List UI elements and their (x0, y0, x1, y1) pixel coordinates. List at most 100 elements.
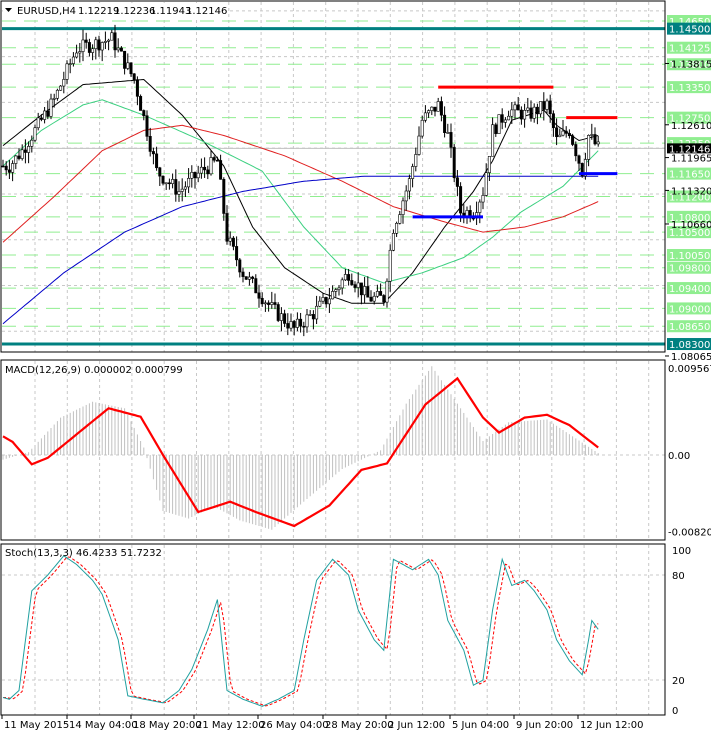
candle-body (107, 39, 111, 42)
candle-body (247, 276, 251, 280)
candle-body (401, 200, 405, 215)
price-level-label: 1.09800 (669, 264, 710, 275)
candle-body (564, 130, 568, 134)
candle-body (155, 153, 159, 169)
candle-body (100, 42, 104, 51)
candle-body (145, 115, 149, 137)
ma-blue-line (2, 175, 599, 325)
price-scale-label: 1.10660 (671, 220, 711, 231)
candle-body (510, 109, 514, 117)
candle-body (270, 302, 274, 305)
candle-body (526, 107, 530, 111)
price-level-label: 1.09400 (669, 284, 710, 295)
candle-body (196, 172, 200, 179)
price-level-label: 1.08300 (669, 340, 710, 351)
candle-body (7, 169, 11, 173)
candle-body (315, 305, 319, 320)
price-scale-label: 1.12610 (671, 121, 711, 132)
candle-body (337, 287, 341, 290)
candle-body (455, 177, 459, 187)
candle-body (459, 186, 463, 214)
candle-body (30, 139, 34, 147)
candle-body (55, 89, 59, 99)
candle-body (596, 141, 600, 145)
candle-body (78, 51, 82, 54)
candle-body (391, 232, 395, 251)
candle-body (65, 63, 69, 80)
candle-body (209, 157, 213, 175)
candle-body (75, 52, 79, 58)
candle-body (532, 106, 536, 119)
candles (1, 24, 600, 337)
candle-body (84, 39, 88, 43)
candle-body (545, 100, 549, 110)
candle-body (1, 165, 5, 168)
candle-body (190, 172, 194, 179)
time-axis-label: 21 May 12:00 (196, 720, 265, 731)
candle-body (484, 172, 488, 196)
candle-body (212, 157, 216, 161)
candle-body (225, 213, 229, 242)
candle-body (174, 179, 178, 195)
candle-body (439, 101, 443, 116)
time-axis-label: 9 Jun 20:00 (516, 720, 573, 731)
candle-body (119, 47, 123, 52)
candle-body (375, 291, 379, 297)
candle-body (11, 163, 15, 173)
candle-body (113, 32, 117, 51)
candle-body (359, 282, 363, 296)
candle-body (558, 134, 562, 138)
candle-body (33, 127, 37, 141)
candle-body (215, 159, 219, 162)
price-level-label: 1.14125 (669, 44, 710, 55)
candle-body (219, 160, 223, 180)
candle-body (311, 314, 315, 320)
candle-body (295, 318, 299, 328)
candle-body (369, 296, 373, 302)
stoch-title: Stoch(13,3,3) 46.4233 51.7232 (5, 548, 162, 559)
candle-body (23, 149, 27, 153)
candle-body (14, 155, 18, 164)
price-scale-label: 1.11320 (671, 186, 711, 197)
candle-body (318, 300, 322, 307)
ohlc-close: 1.12146 (186, 6, 227, 17)
candle-body (529, 107, 533, 119)
grid (2, 2, 665, 715)
candle-body (356, 282, 360, 288)
stoch-scale-label: 80 (672, 571, 685, 582)
candle-body (244, 276, 248, 280)
candle-body (388, 249, 392, 282)
candle-body (398, 214, 402, 224)
candle-body (443, 114, 447, 133)
candle-body (62, 79, 66, 87)
stoch-panel (2, 555, 599, 707)
candle-body (187, 178, 191, 188)
candle-body (350, 280, 354, 285)
candle-body (132, 73, 136, 80)
candle-body (87, 42, 91, 53)
symbol-label: EURUSD,H4 (17, 6, 76, 17)
candle-body (94, 39, 98, 50)
candle-body (340, 279, 344, 289)
candle-body (507, 115, 511, 121)
candle-body (446, 132, 450, 134)
price-level-label: 1.13350 (669, 83, 710, 94)
candle-body (273, 302, 277, 305)
candle-body (321, 297, 325, 302)
candle-body (203, 166, 207, 171)
candle-body (497, 114, 501, 134)
candle-body (327, 298, 331, 305)
candle-body (587, 134, 591, 160)
candle-body (263, 302, 267, 305)
candle-body (539, 101, 543, 115)
candle-body (71, 56, 75, 64)
candle-body (254, 278, 258, 294)
time-axis-label: 12 Jun 12:00 (580, 720, 644, 731)
trading-chart[interactable]: 1.146501.145001.141251.138001.133501.127… (0, 0, 711, 733)
candle-body (126, 62, 130, 69)
candle-body (414, 154, 418, 167)
candle-body (593, 134, 597, 145)
candle-body (222, 179, 226, 214)
stoch-scale-label: 100 (672, 546, 691, 557)
candle-body (177, 191, 181, 195)
